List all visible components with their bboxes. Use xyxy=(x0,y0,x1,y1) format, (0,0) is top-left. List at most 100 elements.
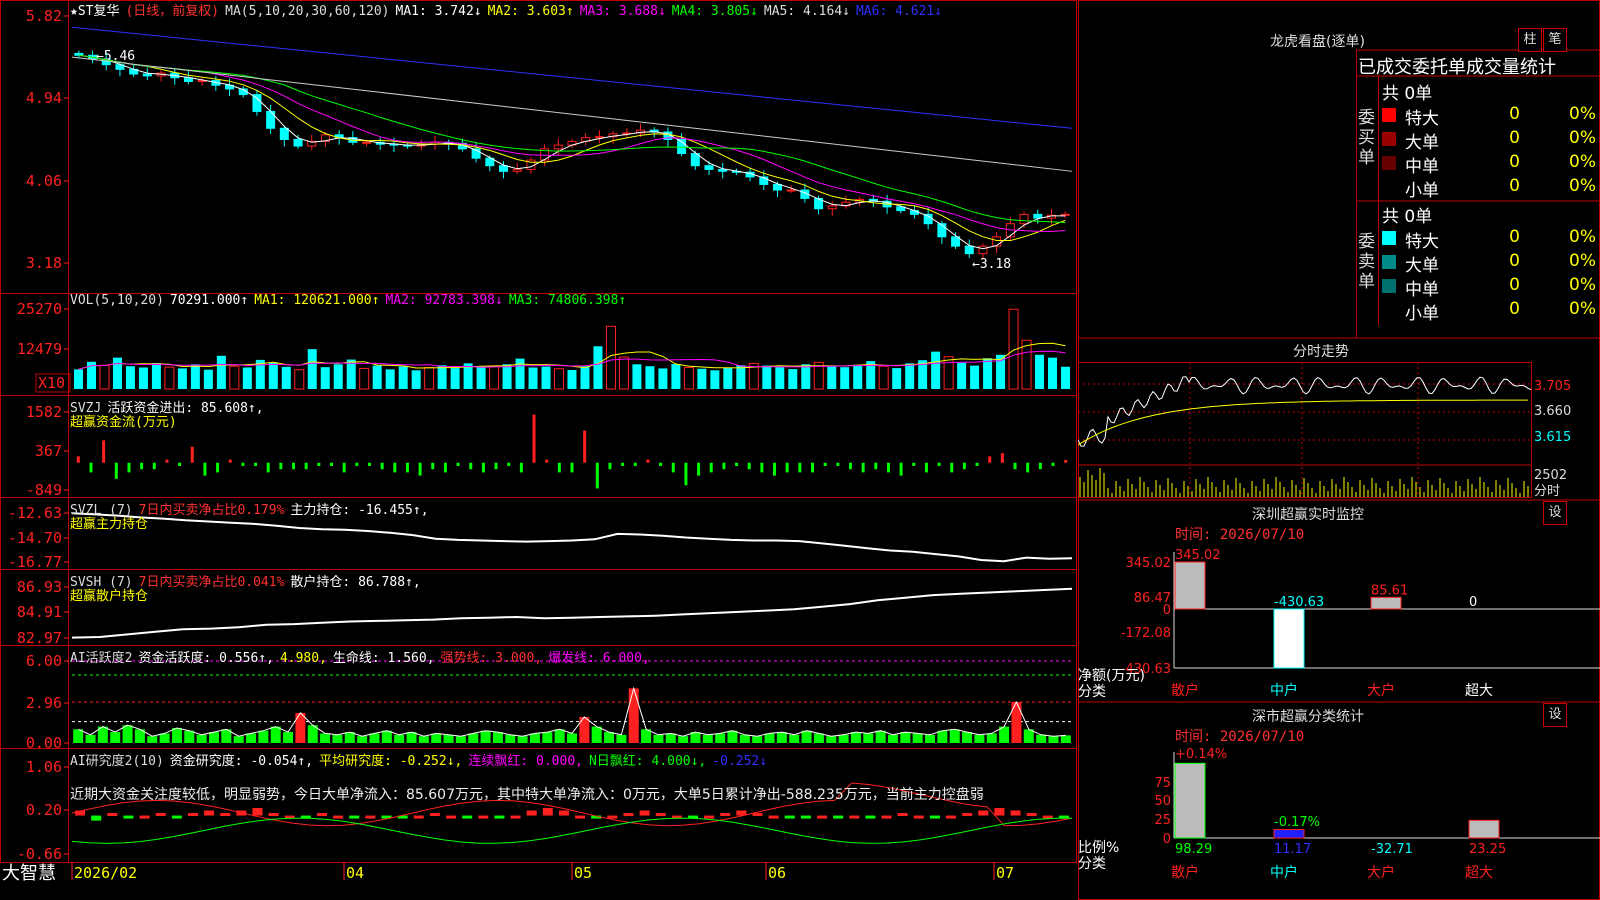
activity-bar xyxy=(542,732,553,743)
research-bar xyxy=(784,815,795,819)
order-size-label: 中单 xyxy=(1405,157,1439,177)
data-bar xyxy=(722,462,726,470)
ma-header-values: MA(5,10,20,30,60,120) MA1: 3.742↓ MA2: 3.6… xyxy=(225,4,948,19)
research-bar xyxy=(768,815,779,819)
monitor-value-label: 85.61 xyxy=(1371,583,1408,598)
data-bar xyxy=(723,367,733,389)
sz-stats-settings-button[interactable]: 设 xyxy=(1543,703,1567,727)
activity-bar xyxy=(727,730,738,743)
intraday-vol-tick: 2502 xyxy=(1534,468,1567,483)
data-bar xyxy=(469,462,473,470)
order-size-label: 小单 xyxy=(1405,304,1439,324)
candle-body xyxy=(786,189,796,192)
candle-body xyxy=(909,210,919,215)
data-bar xyxy=(775,367,785,389)
data-bar xyxy=(944,356,954,389)
brand-logo: 大智慧 xyxy=(2,863,56,884)
right-panel-frame xyxy=(1078,0,1600,900)
activity-bar xyxy=(678,736,689,743)
capital-flow-series xyxy=(76,414,1068,489)
order-percent: 0% xyxy=(1569,299,1596,319)
tick-view-button[interactable]: 笔 xyxy=(1543,28,1567,52)
stats-category-label: 散户 xyxy=(1171,864,1199,881)
stats-value-label: 11.17 xyxy=(1274,842,1311,857)
order-count: 0 xyxy=(1509,227,1520,247)
x-tick-label: 07 xyxy=(996,864,1014,882)
stock-period: (日线，前复权) xyxy=(125,4,220,19)
y-tick-label: 367 xyxy=(35,442,62,460)
data-bar xyxy=(112,357,122,389)
svsh-subtitle: 超赢散户持仓 xyxy=(70,589,149,604)
data-bar xyxy=(899,462,903,476)
y-tick-label: 5.82 xyxy=(26,7,62,25)
activity-bar xyxy=(665,733,676,743)
monitor-y-tick: 345.02 xyxy=(1126,556,1172,571)
activity-bar xyxy=(789,734,800,743)
order-color-swatch xyxy=(1382,255,1396,269)
activity-bar xyxy=(616,734,627,743)
activity-bar xyxy=(826,736,837,743)
activity-bar xyxy=(443,734,454,743)
panel-frame xyxy=(0,293,1077,396)
header-value: 资金活跃度: 0.556↑, xyxy=(138,651,274,666)
monitor-value-label: 345.02 xyxy=(1175,548,1221,563)
data-bar xyxy=(1000,453,1004,463)
research-bar xyxy=(510,815,521,819)
header-value: MA3: 3.688↓ xyxy=(579,4,666,19)
data-bar xyxy=(151,363,161,389)
header-value: AI研究度2(10) xyxy=(70,754,164,769)
activity-bar xyxy=(628,688,639,743)
data-bar xyxy=(254,462,258,466)
data-bar xyxy=(785,462,789,473)
y-tick-label: -16.77 xyxy=(8,553,62,571)
data-bar xyxy=(595,462,599,489)
candle-body xyxy=(772,183,782,191)
candle-body xyxy=(1033,213,1043,219)
ai-research-header: AI研究度2(10) 资金研究度: -0.054↑, 平均研究度: -0.252↓,… xyxy=(70,750,773,769)
candle-body xyxy=(142,73,152,77)
y-tick-label: -849 xyxy=(26,481,62,499)
y-tick-label: 4.94 xyxy=(26,89,62,107)
activity-bar xyxy=(357,736,368,743)
sz-stats-chart: 75 50 25 0 98.29 散户 11.17 中户 -32.71 大户 23.25 超大 +0.1… xyxy=(1078,747,1600,881)
order-color-swatch xyxy=(1382,132,1396,146)
data-bar xyxy=(892,368,902,389)
stats-value-label: -32.71 xyxy=(1371,842,1413,857)
data-bar xyxy=(988,456,992,463)
data-bar xyxy=(905,363,915,389)
monitor-value-label: -430.63 xyxy=(1274,595,1324,610)
activity-bar xyxy=(171,727,182,743)
order-color-swatch xyxy=(1382,156,1396,170)
stats-category-label: 中户 xyxy=(1270,864,1298,881)
data-bar xyxy=(304,462,308,470)
activity-bar xyxy=(320,733,331,743)
ma-line xyxy=(78,54,1066,250)
monitor-category-label: 中户 xyxy=(1270,682,1298,699)
data-bar xyxy=(823,462,827,466)
data-bar xyxy=(583,430,587,463)
activity-bar xyxy=(529,733,540,743)
activity-bar xyxy=(369,733,380,743)
data-bar xyxy=(385,369,395,389)
data-bar xyxy=(1022,340,1032,389)
bar-view-button[interactable]: 柱 xyxy=(1518,28,1542,52)
research-bar xyxy=(413,815,424,819)
order-percent: 0% xyxy=(1569,128,1596,148)
data-bar xyxy=(570,462,574,473)
research-bar xyxy=(365,815,376,819)
header-value: MA1: 120621.000↑ xyxy=(254,293,380,308)
data-bar xyxy=(190,364,200,389)
panel-frame xyxy=(0,0,1077,294)
data-bar xyxy=(593,346,603,389)
header-value: 资金研究度: -0.054↑, xyxy=(169,754,314,769)
retail-holding-series xyxy=(71,587,1073,639)
stock-name[interactable]: ★ST复华 xyxy=(70,4,119,19)
sz-monitor-settings-button[interactable]: 设 xyxy=(1543,501,1567,525)
data-bar xyxy=(450,368,460,389)
data-bar xyxy=(671,363,681,389)
research-bar xyxy=(478,815,489,819)
header-value: N日飘红: 4.000↓, xyxy=(588,754,707,769)
data-bar xyxy=(762,365,772,389)
monitor-value-label: 0 xyxy=(1469,595,1477,610)
svzl-subtitle: 超赢主力持仓 xyxy=(70,517,149,532)
